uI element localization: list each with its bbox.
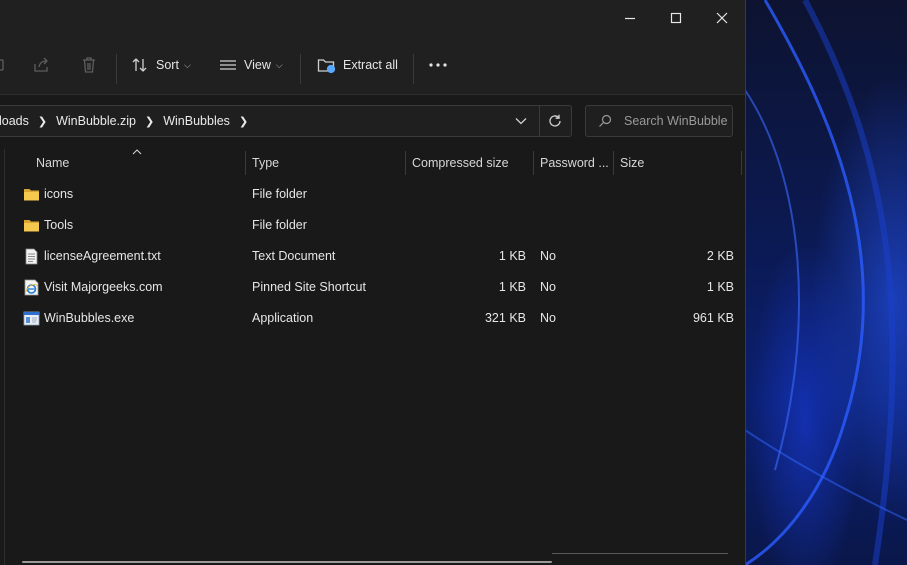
share-button[interactable] bbox=[32, 49, 50, 81]
folder-icon bbox=[24, 189, 39, 201]
file-compressed-size: 1 KB bbox=[498, 249, 526, 263]
desktop-wallpaper bbox=[745, 0, 907, 565]
refresh-button[interactable] bbox=[539, 106, 570, 136]
share-icon bbox=[34, 57, 48, 72]
rename-icon bbox=[0, 59, 4, 71]
file-size: 961 KB bbox=[692, 311, 734, 325]
sort-icon bbox=[132, 58, 147, 72]
address-bar[interactable]: loads ❯ WinBubble.zip ❯ WinBubbles ❯ bbox=[0, 105, 572, 137]
delete-button[interactable] bbox=[80, 49, 98, 81]
application-icon bbox=[23, 311, 40, 326]
column-divider[interactable] bbox=[741, 151, 742, 175]
rename-button[interactable] bbox=[0, 49, 6, 81]
chevron-right-icon[interactable]: ❯ bbox=[29, 115, 56, 128]
file-compressed-size: 321 KB bbox=[484, 311, 526, 325]
toolbar-divider bbox=[413, 54, 414, 84]
trash-icon bbox=[83, 57, 95, 73]
file-size: 2 KB bbox=[706, 249, 734, 263]
maximize-icon bbox=[670, 12, 682, 24]
file-type: Text Document bbox=[252, 249, 336, 263]
chevron-down-icon: ⌵ bbox=[183, 59, 191, 70]
column-header-name[interactable]: Name bbox=[36, 149, 69, 177]
text-file-icon bbox=[25, 248, 38, 265]
breadcrumb-item-current[interactable]: WinBubbles bbox=[163, 114, 230, 128]
file-row[interactable]: WinBubbles.exe Application 321 KB No 961… bbox=[0, 303, 745, 334]
file-name: licenseAgreement.txt bbox=[44, 249, 161, 263]
more-options-button[interactable] bbox=[428, 49, 448, 81]
close-button[interactable] bbox=[699, 0, 745, 36]
search-input[interactable] bbox=[624, 112, 728, 130]
column-header-size[interactable]: Size bbox=[620, 149, 644, 177]
file-name: Tools bbox=[44, 218, 74, 232]
column-divider[interactable] bbox=[405, 151, 406, 175]
search-icon bbox=[599, 114, 612, 127]
minimize-button[interactable] bbox=[607, 0, 653, 36]
file-explorer-window: Sort ⌵ View ⌵ Extract all loads ❯ WinBub… bbox=[0, 0, 746, 565]
navigation-pane-divider[interactable] bbox=[4, 149, 5, 565]
maximize-button[interactable] bbox=[653, 0, 699, 36]
command-bar: Sort ⌵ View ⌵ Extract all bbox=[0, 36, 745, 95]
file-row[interactable]: licenseAgreement.txt Text Document 1 KB … bbox=[0, 241, 745, 272]
view-icon bbox=[220, 60, 236, 70]
chevron-down-icon bbox=[515, 118, 527, 125]
breadcrumb-item-zip[interactable]: WinBubble.zip bbox=[56, 114, 136, 128]
column-header-row: Name Type Compressed size Password ... S… bbox=[0, 149, 745, 177]
file-type: Application bbox=[252, 311, 314, 325]
address-history-button[interactable] bbox=[507, 106, 535, 136]
refresh-icon bbox=[549, 114, 561, 127]
chevron-down-icon: ⌵ bbox=[275, 59, 283, 70]
chevron-right-icon[interactable]: ❯ bbox=[136, 115, 163, 128]
extract-all-label: Extract all bbox=[343, 58, 398, 72]
file-row[interactable]: Tools File folder bbox=[0, 210, 745, 241]
column-header-type[interactable]: Type bbox=[252, 149, 279, 177]
extract-all-button[interactable]: Extract all bbox=[317, 49, 398, 81]
file-row[interactable]: Visit Majorgeeks.com Pinned Site Shortcu… bbox=[0, 272, 745, 303]
minimize-icon bbox=[625, 17, 635, 20]
file-name: icons bbox=[44, 187, 74, 201]
column-divider[interactable] bbox=[613, 151, 614, 175]
file-list-view: Name Type Compressed size Password ... S… bbox=[0, 149, 745, 565]
column-divider[interactable] bbox=[245, 151, 246, 175]
file-compressed-size: 1 KB bbox=[498, 280, 526, 294]
address-row: loads ❯ WinBubble.zip ❯ WinBubbles ❯ bbox=[0, 95, 745, 149]
file-name: Visit Majorgeeks.com bbox=[44, 280, 163, 294]
view-button[interactable]: View ⌵ bbox=[219, 49, 283, 81]
folder-icon bbox=[24, 220, 39, 232]
file-type: Pinned Site Shortcut bbox=[252, 280, 366, 294]
title-bar bbox=[0, 0, 745, 36]
toolbar-divider bbox=[116, 54, 117, 84]
column-divider[interactable] bbox=[533, 151, 534, 175]
search-box[interactable] bbox=[585, 105, 733, 137]
file-password: No bbox=[540, 311, 556, 325]
file-size: 1 KB bbox=[706, 280, 734, 294]
column-header-password[interactable]: Password ... bbox=[540, 149, 609, 177]
more-icon bbox=[429, 63, 447, 67]
extract-folder-icon bbox=[317, 59, 336, 74]
column-header-compressed-size[interactable]: Compressed size bbox=[412, 149, 509, 177]
close-icon bbox=[716, 12, 728, 24]
breadcrumb-item-downloads[interactable]: loads bbox=[0, 114, 29, 128]
horizontal-scrollbar-track[interactable] bbox=[552, 553, 728, 554]
breadcrumb: loads ❯ WinBubble.zip ❯ WinBubbles ❯ bbox=[0, 106, 257, 136]
file-password: No bbox=[540, 249, 556, 263]
sort-ascending-icon bbox=[132, 149, 142, 155]
file-row[interactable]: icons File folder bbox=[0, 179, 745, 210]
file-type: File folder bbox=[252, 187, 307, 201]
toolbar-divider bbox=[300, 54, 301, 84]
chevron-right-icon[interactable]: ❯ bbox=[230, 115, 257, 128]
file-type: File folder bbox=[252, 218, 307, 232]
horizontal-scrollbar-thumb[interactable] bbox=[22, 561, 552, 563]
file-name: WinBubbles.exe bbox=[44, 311, 135, 325]
internet-shortcut-icon bbox=[24, 279, 39, 296]
view-label: View bbox=[244, 58, 271, 72]
file-password: No bbox=[540, 280, 556, 294]
sort-button[interactable]: Sort ⌵ bbox=[131, 49, 191, 81]
sort-label: Sort bbox=[156, 58, 179, 72]
